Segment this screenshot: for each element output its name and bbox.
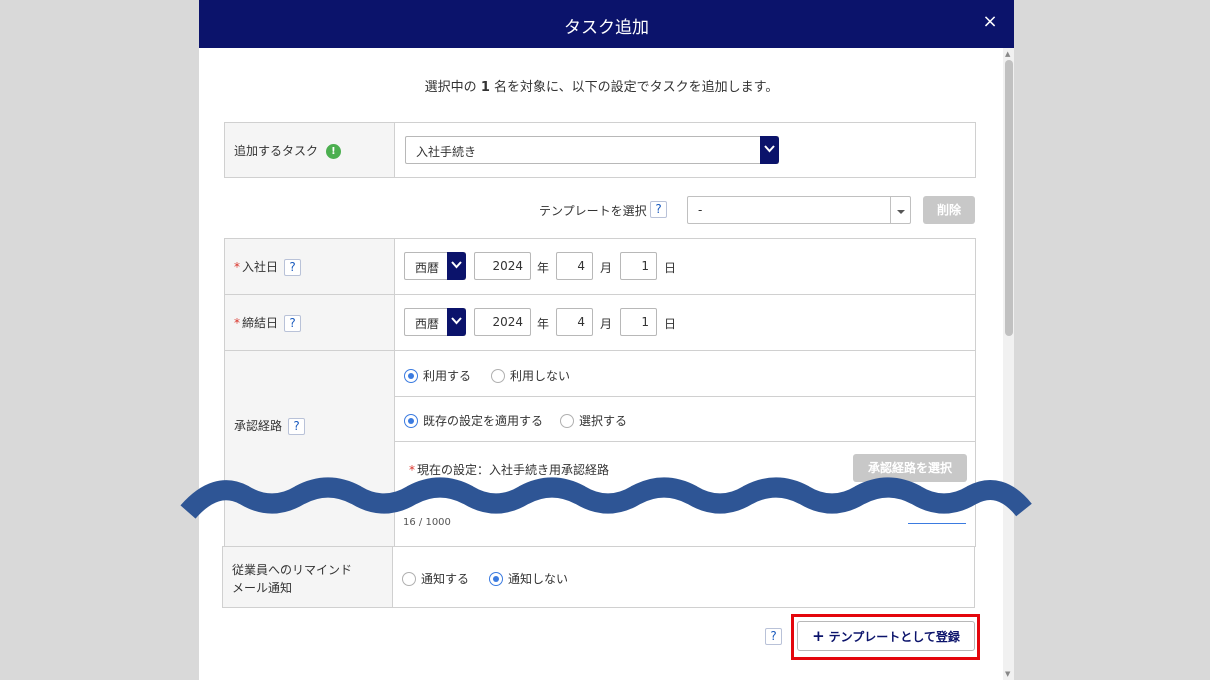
scrollbar[interactable]: ▲ ▼ bbox=[1003, 48, 1014, 680]
approval-select-radio[interactable]: 選択する bbox=[560, 412, 627, 429]
intro-before: 選択中の bbox=[424, 80, 477, 95]
help-icon[interactable]: ? bbox=[284, 315, 302, 332]
info-icon: ! bbox=[325, 144, 341, 159]
approval-divider-2 bbox=[395, 441, 976, 442]
task-label-wrap: 追加するタスク ! bbox=[234, 142, 341, 159]
task-row: 追加するタスク ! 入社手続き bbox=[224, 122, 976, 178]
remind-label-line1: 従業員へのリマインド bbox=[232, 563, 353, 577]
join-era-value: 西暦 bbox=[415, 261, 440, 275]
task-row-label: 追加するタスク ! bbox=[225, 123, 395, 177]
contract-date-label: 締結日 bbox=[242, 316, 279, 330]
approval-not-use-label: 利用しない bbox=[510, 369, 571, 383]
year-unit: 年 bbox=[537, 261, 550, 275]
chevron-down-icon[interactable] bbox=[896, 205, 906, 219]
contract-date-row: * 締結日? 西暦 2024 年 4 月 1 日 bbox=[224, 294, 976, 351]
help-icon[interactable]: ? bbox=[288, 418, 306, 435]
join-date-label: 入社日 bbox=[242, 260, 279, 274]
radio-dot bbox=[491, 368, 505, 383]
remind-notify-label: 通知する bbox=[421, 572, 470, 586]
contract-date-label-cell: * 締結日? bbox=[225, 295, 395, 350]
remind-row: 従業員へのリマインド メール通知 通知する 通知しない bbox=[222, 546, 975, 608]
join-day-input[interactable]: 1 bbox=[620, 252, 657, 280]
approval-existing-label: 既存の設定を適用する bbox=[423, 414, 544, 428]
register-template-button[interactable]: + テンプレートとして登録 bbox=[797, 621, 975, 651]
approval-use-label: 利用する bbox=[423, 369, 472, 383]
contract-year-input[interactable]: 2024 bbox=[474, 308, 531, 336]
approval-use-radio[interactable]: 利用する bbox=[404, 367, 471, 384]
chevron-down-icon[interactable] bbox=[447, 308, 466, 336]
task-select[interactable]: 入社手続き bbox=[405, 136, 779, 164]
contract-month-input[interactable]: 4 bbox=[556, 308, 593, 336]
task-select-value: 入社手続き bbox=[416, 145, 477, 159]
approval-label: 承認経路 bbox=[234, 419, 283, 433]
join-era-select[interactable]: 西暦 bbox=[404, 252, 466, 280]
contract-day-input[interactable]: 1 bbox=[620, 308, 657, 336]
join-date-label-wrap: * 入社日? bbox=[234, 258, 302, 276]
help-icon[interactable]: ? bbox=[650, 201, 667, 218]
approval-select-label: 選択する bbox=[579, 414, 628, 428]
remind-label-cell: 従業員へのリマインド メール通知 bbox=[223, 547, 393, 607]
delete-template-button[interactable]: 削除 bbox=[923, 196, 975, 224]
scroll-thumb[interactable] bbox=[1005, 60, 1013, 336]
remind-label-wrap: 従業員へのリマインド メール通知 bbox=[232, 561, 352, 597]
required-mark: * bbox=[234, 316, 240, 330]
remind-no-notify-radio[interactable]: 通知しない bbox=[489, 570, 568, 587]
intro-text: 選択中の 1 名を対象に、以下の設定でタスクを追加します。 bbox=[199, 76, 1004, 95]
radio-dot bbox=[489, 571, 503, 586]
modal-header: タスク追加 × bbox=[199, 0, 1014, 48]
remind-notify-radio[interactable]: 通知する bbox=[402, 570, 469, 587]
template-label: テンプレートを選択 bbox=[539, 204, 647, 218]
task-label: 追加するタスク bbox=[234, 144, 319, 158]
contract-era-value: 西暦 bbox=[415, 317, 440, 331]
radio-dot bbox=[560, 413, 574, 428]
close-icon[interactable]: × bbox=[980, 12, 1000, 32]
approval-not-use-radio[interactable]: 利用しない bbox=[491, 367, 570, 384]
scroll-up-icon[interactable]: ▲ bbox=[1005, 50, 1010, 58]
radio-dot bbox=[402, 571, 416, 586]
radio-dot bbox=[404, 413, 418, 428]
day-unit: 日 bbox=[664, 317, 677, 331]
remind-no-notify-label: 通知しない bbox=[508, 572, 569, 586]
join-date-row: * 入社日? 西暦 2024 年 4 月 1 日 bbox=[224, 238, 976, 295]
day-unit: 日 bbox=[664, 261, 677, 275]
join-date-label-cell: * 入社日? bbox=[225, 239, 395, 294]
required-mark: * bbox=[234, 260, 240, 274]
template-select-value: - bbox=[698, 203, 703, 217]
wave-divider bbox=[180, 477, 1032, 519]
contract-era-select[interactable]: 西暦 bbox=[404, 308, 466, 336]
modal-title: タスク追加 bbox=[564, 18, 649, 38]
scroll-down-icon[interactable]: ▼ bbox=[1005, 670, 1010, 678]
selected-count: 1 bbox=[480, 80, 490, 95]
remind-label-line2: メール通知 bbox=[232, 581, 293, 595]
chevron-down-icon[interactable] bbox=[447, 252, 466, 280]
approval-existing-radio[interactable]: 既存の設定を適用する bbox=[404, 412, 543, 429]
join-year-input[interactable]: 2024 bbox=[474, 252, 531, 280]
contract-date-label-wrap: * 締結日? bbox=[234, 314, 302, 332]
month-unit: 月 bbox=[600, 317, 613, 331]
approval-divider-1 bbox=[395, 396, 976, 397]
radio-dot bbox=[404, 368, 418, 383]
help-icon[interactable]: ? bbox=[284, 259, 302, 276]
template-select[interactable]: - bbox=[687, 196, 911, 224]
plus-icon: + bbox=[812, 627, 825, 645]
template-divider bbox=[890, 197, 891, 223]
register-template-label: テンプレートとして登録 bbox=[828, 630, 960, 644]
approval-label-wrap: 承認経路? bbox=[234, 417, 306, 435]
help-icon[interactable]: ? bbox=[765, 628, 782, 645]
chevron-down-icon[interactable] bbox=[760, 136, 779, 164]
join-month-input[interactable]: 4 bbox=[556, 252, 593, 280]
month-unit: 月 bbox=[600, 261, 613, 275]
year-unit: 年 bbox=[537, 317, 550, 331]
intro-after: 名を対象に、以下の設定でタスクを追加します。 bbox=[494, 80, 779, 95]
